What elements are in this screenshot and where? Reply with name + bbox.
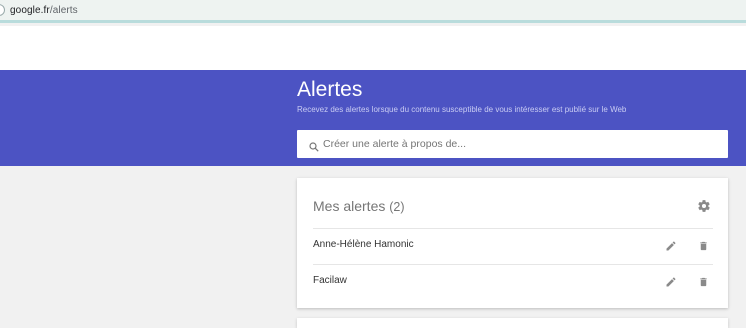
alert-name[interactable]: Facilaw bbox=[313, 275, 347, 286]
pencil-icon[interactable] bbox=[665, 275, 677, 293]
alerts-count: (2) bbox=[389, 200, 405, 214]
top-bar bbox=[0, 26, 746, 70]
page-title: Alertes bbox=[297, 78, 363, 101]
my-alerts-heading: Mes alertes (2) bbox=[313, 198, 405, 214]
alerts-hero: Alertes Recevez des alertes lorsque du c… bbox=[0, 70, 746, 166]
trash-icon[interactable] bbox=[698, 239, 709, 257]
next-card bbox=[297, 318, 728, 328]
search-icon bbox=[309, 139, 319, 157]
gear-icon[interactable] bbox=[697, 199, 711, 218]
create-alert-search[interactable] bbox=[297, 130, 728, 158]
url-host: google.fr bbox=[10, 5, 50, 16]
my-alerts-card: Mes alertes (2) Anne-Hélène Hamonic Faci… bbox=[297, 178, 728, 308]
alert-name[interactable]: Anne-Hélène Hamonic bbox=[313, 239, 414, 250]
url-text[interactable]: google.fr/alerts bbox=[10, 5, 78, 16]
globe-icon bbox=[0, 4, 5, 16]
browser-address-bar[interactable]: google.fr/alerts bbox=[0, 0, 746, 23]
alert-row[interactable]: Facilaw bbox=[313, 264, 713, 300]
create-alert-input[interactable] bbox=[323, 134, 718, 154]
page-subtitle: Recevez des alertes lorsque du contenu s… bbox=[297, 105, 627, 114]
alert-row[interactable]: Anne-Hélène Hamonic bbox=[313, 228, 713, 264]
url-path: /alerts bbox=[49, 5, 78, 16]
my-alerts-title: Mes alertes bbox=[313, 198, 386, 214]
trash-icon[interactable] bbox=[698, 275, 709, 293]
pencil-icon[interactable] bbox=[665, 239, 677, 257]
